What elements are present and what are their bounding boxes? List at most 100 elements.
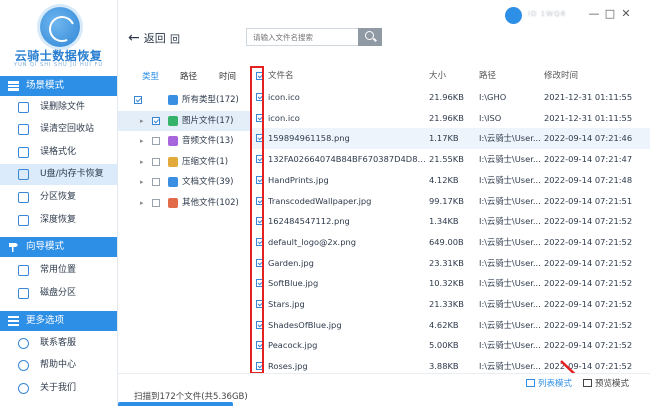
table-row[interactable]: 159894961158.png 1.17KB I:\云骑士\User... 2022…	[251, 128, 650, 150]
tree-node-checkbox[interactable]	[152, 137, 160, 145]
minimize-button[interactable]: —	[586, 7, 602, 20]
tab-path[interactable]: 路径	[180, 70, 197, 82]
nav-partition-recovery[interactable]: 分区恢复	[0, 187, 117, 208]
nav-contact-support[interactable]: 联系客服	[0, 333, 117, 354]
file-name: Peacock.jpg	[268, 340, 318, 351]
nav-usb-card-recovery[interactable]: U盘/内存卡恢复	[0, 164, 117, 185]
file-type-icon	[168, 177, 178, 187]
col-name-header[interactable]: 文件名	[268, 66, 294, 86]
table-row[interactable]: 162484547112.png 1.34KB I:\云骑士\User... 2022…	[251, 211, 650, 232]
file-modified: 2022-09-14 07:21:47	[544, 154, 633, 165]
tab-type[interactable]: 类型	[142, 70, 159, 82]
file-path: I:\云骑士\User...	[479, 236, 541, 247]
table-row[interactable]: icon.ico 21.96KB I:\ISO 2021-12-31 01:11:55	[251, 108, 650, 129]
table-row[interactable]: Peacock.jpg 5.00KB I:\云骑士\User... 2022-09-1…	[251, 335, 650, 356]
table-row[interactable]: Garden.jpg 23.31KB I:\云骑士\User... 2022-09-1…	[251, 253, 650, 274]
nav-deleted-files[interactable]: 误删除文件	[0, 97, 117, 118]
nav-disk-partition[interactable]: 磁盘分区	[0, 283, 117, 304]
file-type-icon	[168, 156, 178, 167]
list-mode-button[interactable]: 列表模式	[526, 377, 572, 389]
tree-node[interactable]: ▸ 压缩文件(1)	[118, 152, 250, 172]
close-button[interactable]: ✕	[618, 7, 634, 20]
expand-arrow-icon[interactable]: ▸	[140, 131, 144, 151]
nav-deep-recovery[interactable]: 深度恢复	[0, 210, 117, 231]
file-size: 3.88KB	[429, 361, 459, 372]
expand-arrow-icon[interactable]: ▸	[140, 172, 144, 192]
table-row[interactable]: Stars.jpg 21.33KB I:\云骑士\User... 2022-09-14…	[251, 294, 650, 315]
logo-icon	[40, 7, 80, 47]
tree-node[interactable]: ▸ 文档文件(39)	[118, 172, 250, 192]
tree-node-checkbox[interactable]	[152, 178, 160, 186]
file-modified: 2022-09-14 07:21:52	[544, 319, 633, 330]
nav-help-center[interactable]: 帮助中心	[0, 355, 117, 376]
recover-button-edge[interactable]	[118, 402, 233, 406]
tree-node[interactable]: ▾所有类型(172)	[118, 90, 250, 110]
tab-time[interactable]: 时间	[219, 70, 236, 82]
sidebar: 云骑士数据恢复 YUN QI SHI SHU JU HUI FU 场景模式 误删…	[0, 0, 118, 406]
maximize-button[interactable]: □	[602, 7, 618, 20]
expand-arrow-icon[interactable]: ▸	[140, 111, 144, 131]
col-path-header[interactable]: 路径	[479, 66, 496, 86]
table-row[interactable]: HandPrints.jpg 4.12KB I:\云骑士\User... 2022-0…	[251, 170, 650, 191]
file-modified: 2022-09-14 07:21:52	[544, 257, 633, 268]
nav-about-us[interactable]: 关于我们	[0, 378, 117, 399]
file-type-icon	[168, 136, 178, 146]
file-name: 159894961158.png	[268, 133, 350, 144]
app-subtitle: YUN QI SHI SHU JU HUI FU	[14, 62, 103, 68]
file-path: I:\云骑士\User...	[479, 299, 541, 309]
file-modified: 2022-09-14 07:21:48	[544, 174, 633, 185]
table-row[interactable]: 132FA02664074B84BF670387D4D85E9B...21.55…	[251, 149, 650, 170]
file-modified: 2022-09-14 07:21:51	[544, 195, 633, 206]
table-header: 文件名 大小 路径 修改时间	[251, 66, 650, 86]
file-size: 649.00B	[429, 236, 464, 247]
file-type-icon	[168, 197, 178, 208]
file-name: Garden.jpg	[268, 257, 314, 268]
tree-node-checkbox[interactable]	[152, 198, 160, 207]
file-name: Stars.jpg	[268, 299, 305, 309]
section-wizard-mode[interactable]: 向导模式	[0, 237, 117, 257]
tree-node[interactable]: ▸ 图片文件(17)	[118, 110, 250, 131]
section-scene-mode[interactable]: 场景模式	[0, 76, 117, 96]
user-name: ID 1WQ8	[528, 10, 567, 18]
col-modified-header[interactable]: 修改时间	[544, 66, 578, 86]
file-path: I:\云骑士\User...	[479, 216, 541, 227]
nav-recycle-bin[interactable]: 误清空回收站	[0, 119, 117, 140]
home-button[interactable]: 回	[170, 31, 180, 46]
file-type-icon	[168, 95, 178, 105]
file-size: 4.62KB	[429, 319, 459, 330]
file-path: I:\GHO	[479, 92, 507, 102]
tree-node[interactable]: ▸ 其他文件(102)	[118, 193, 250, 213]
search-button[interactable]	[358, 28, 382, 46]
file-modified: 2022-09-14 07:21:52	[544, 216, 633, 227]
file-name: Roses.jpg	[268, 361, 308, 372]
expand-arrow-icon[interactable]: ▸	[140, 193, 144, 213]
nav-common-locations[interactable]: 常用位置	[0, 260, 117, 281]
table-row[interactable]: default_logo@2x.png 649.00B I:\云骑士\User...…	[251, 232, 650, 253]
tree-node-checkbox[interactable]	[134, 96, 142, 104]
file-table: 文件名 大小 路径 修改时间 icon.ico 21.96KB I:\GHO 2021…	[251, 62, 650, 372]
file-size: 1.17KB	[429, 133, 459, 144]
list-view-icon	[526, 379, 535, 387]
tree-node-checkbox[interactable]	[152, 157, 160, 166]
scene-icon	[8, 81, 19, 91]
file-type-icon	[168, 115, 178, 126]
table-row[interactable]: icon.ico 21.96KB I:\GHO 2021-12-31 01:11:55	[251, 87, 650, 108]
tree-node[interactable]: ▸ 音频文件(13)	[118, 131, 250, 151]
file-path: I:\云骑士\User...	[479, 257, 541, 268]
table-row[interactable]: ShadesOfBlue.jpg 4.62KB I:\云骑士\User... 2022…	[251, 315, 650, 336]
preview-mode-button[interactable]: 预览模式	[583, 377, 629, 389]
file-size: 21.33KB	[429, 299, 464, 309]
table-row[interactable]: SoftBlue.jpg 10.32KB I:\云骑士\User... 2022-09…	[251, 273, 650, 294]
file-name: 132FA02664074B84BF670387D4D85E9B...	[268, 154, 428, 165]
user-avatar[interactable]	[505, 7, 522, 24]
expand-arrow-icon[interactable]: ▸	[140, 152, 144, 172]
section-more-options[interactable]: 更多选项	[0, 311, 117, 331]
file-name: ShadesOfBlue.jpg	[268, 319, 342, 330]
nav-formatted[interactable]: 误格式化	[0, 142, 117, 163]
table-row[interactable]: TranscodedWallpaper.jpg 99.17KB I:\云骑士\Use…	[251, 191, 650, 212]
file-size: 4.12KB	[429, 174, 459, 185]
deep-scan-icon	[18, 215, 29, 226]
col-size-header[interactable]: 大小	[429, 66, 446, 86]
back-button[interactable]: ← 返回	[128, 30, 166, 46]
tree-node-checkbox[interactable]	[152, 116, 160, 125]
